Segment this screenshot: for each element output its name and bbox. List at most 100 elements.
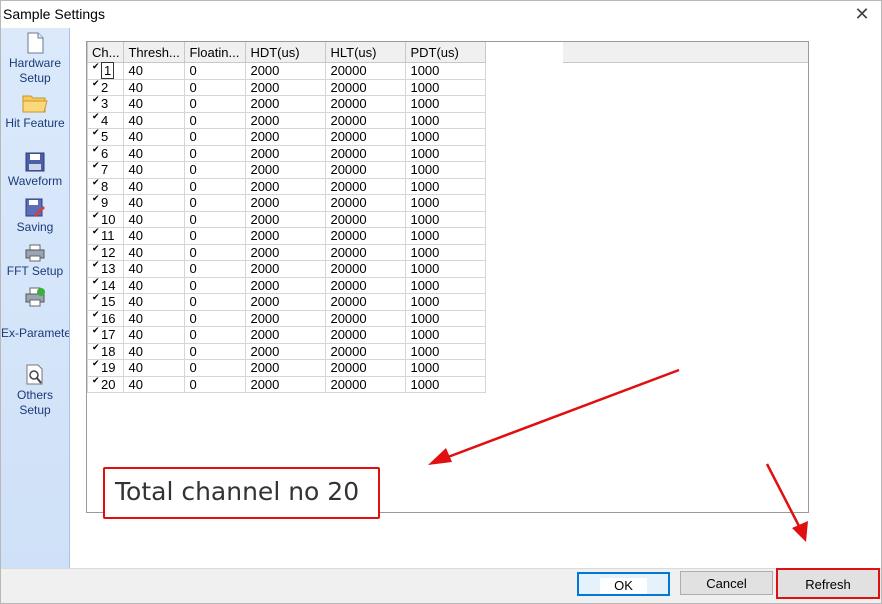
refresh-button[interactable]: Refresh: [776, 568, 880, 599]
table-row[interactable]: ✔17 40 0 2000 20000 1000: [86, 326, 487, 344]
channel-checkbox[interactable]: ✔: [92, 62, 100, 71]
cell-hlt[interactable]: 20000: [325, 95, 407, 113]
cell-threshold[interactable]: 40: [123, 144, 186, 162]
cell-hlt[interactable]: 20000: [325, 243, 407, 261]
table-row[interactable]: ✔6 40 0 2000 20000 1000: [86, 144, 487, 162]
channel-checkbox[interactable]: ✔: [92, 95, 100, 104]
cell-threshold[interactable]: 40: [123, 359, 186, 377]
table-row[interactable]: ✔4 40 0 2000 20000 1000: [86, 111, 487, 129]
cell-channel[interactable]: ✔14: [86, 276, 125, 294]
cell-floating[interactable]: 0: [184, 227, 247, 245]
cell-pdt[interactable]: 1000: [405, 342, 487, 360]
cell-hlt[interactable]: 20000: [325, 177, 407, 195]
cell-pdt[interactable]: 1000: [405, 111, 487, 129]
cell-hdt[interactable]: 2000: [245, 293, 327, 311]
table-row[interactable]: ✔8 40 0 2000 20000 1000: [86, 177, 487, 195]
cell-floating[interactable]: 0: [184, 144, 247, 162]
table-row[interactable]: ✔16 40 0 2000 20000 1000: [86, 309, 487, 327]
cell-threshold[interactable]: 40: [123, 375, 186, 393]
column-header-threshold[interactable]: Thresh...: [123, 42, 186, 63]
cell-hdt[interactable]: 2000: [245, 359, 327, 377]
table-row[interactable]: ✔14 40 0 2000 20000 1000: [86, 276, 487, 294]
cell-threshold[interactable]: 40: [123, 95, 186, 113]
cell-threshold[interactable]: 40: [123, 309, 186, 327]
cell-channel[interactable]: ✔20: [86, 375, 125, 393]
cell-hdt[interactable]: 2000: [245, 342, 327, 360]
table-row[interactable]: ✔2 40 0 2000 20000 1000: [86, 78, 487, 96]
cell-floating[interactable]: 0: [184, 359, 247, 377]
table-row[interactable]: ✔11 40 0 2000 20000 1000: [86, 227, 487, 245]
cell-hdt[interactable]: 2000: [245, 243, 327, 261]
table-row[interactable]: ✔ 1 40 0 2000 20000 1000: [86, 62, 487, 80]
cell-floating[interactable]: 0: [184, 260, 247, 278]
cell-threshold[interactable]: 40: [123, 128, 186, 146]
cell-channel[interactable]: ✔16: [86, 309, 125, 327]
cell-hdt[interactable]: 2000: [245, 78, 327, 96]
cell-threshold[interactable]: 40: [123, 326, 186, 344]
cell-hdt[interactable]: 2000: [245, 260, 327, 278]
channel-checkbox[interactable]: ✔: [92, 293, 100, 302]
cell-hlt[interactable]: 20000: [325, 375, 407, 393]
table-row[interactable]: ✔9 40 0 2000 20000 1000: [86, 194, 487, 212]
cell-hlt[interactable]: 20000: [325, 78, 407, 96]
cell-threshold[interactable]: 40: [123, 260, 186, 278]
cell-hdt[interactable]: 2000: [245, 309, 327, 327]
cell-hlt[interactable]: 20000: [325, 161, 407, 179]
cell-pdt[interactable]: 1000: [405, 243, 487, 261]
cell-pdt[interactable]: 1000: [405, 293, 487, 311]
cell-channel[interactable]: ✔10: [86, 210, 125, 228]
sidebar-item-saving[interactable]: Saving: [1, 198, 69, 235]
cell-floating[interactable]: 0: [184, 326, 247, 344]
table-row[interactable]: ✔7 40 0 2000 20000 1000: [86, 161, 487, 179]
channel-checkbox[interactable]: ✔: [92, 161, 100, 170]
cell-hlt[interactable]: 20000: [325, 260, 407, 278]
table-row[interactable]: ✔15 40 0 2000 20000 1000: [86, 293, 487, 311]
sidebar-item-hardware-setup[interactable]: Hardware Setup: [1, 32, 69, 86]
cell-pdt[interactable]: 1000: [405, 227, 487, 245]
channel-checkbox[interactable]: ✔: [92, 177, 100, 187]
cell-channel[interactable]: ✔9: [86, 194, 125, 212]
cell-floating[interactable]: 0: [184, 293, 247, 311]
cell-threshold[interactable]: 40: [123, 194, 186, 212]
cell-channel[interactable]: ✔17: [86, 326, 125, 344]
cell-hlt[interactable]: 20000: [325, 128, 407, 146]
table-row[interactable]: ✔5 40 0 2000 20000 1000: [86, 128, 487, 146]
cell-hlt[interactable]: 20000: [325, 62, 407, 80]
cell-floating[interactable]: 0: [184, 95, 247, 113]
cell-hlt[interactable]: 20000: [325, 359, 407, 377]
cell-channel[interactable]: ✔7: [86, 161, 125, 179]
cell-pdt[interactable]: 1000: [405, 144, 487, 162]
cell-channel[interactable]: ✔11: [86, 227, 125, 245]
sidebar-item-ex-parameter-setup[interactable]: Ex-Parameter Setup: [1, 286, 69, 341]
cell-pdt[interactable]: 1000: [405, 309, 487, 327]
cell-hdt[interactable]: 2000: [245, 144, 327, 162]
cell-pdt[interactable]: 1000: [405, 260, 487, 278]
cell-channel[interactable]: ✔ 1: [86, 62, 125, 80]
cell-floating[interactable]: 0: [184, 309, 247, 327]
cell-hdt[interactable]: 2000: [245, 194, 327, 212]
cell-floating[interactable]: 0: [184, 177, 247, 195]
channel-checkbox[interactable]: ✔: [92, 260, 100, 269]
cell-threshold[interactable]: 40: [123, 293, 186, 311]
channel-checkbox[interactable]: ✔: [92, 78, 100, 88]
cell-hdt[interactable]: 2000: [245, 128, 327, 146]
column-header-hlt[interactable]: HLT(us): [325, 42, 407, 63]
channel-checkbox[interactable]: ✔: [92, 210, 100, 220]
channel-checkbox[interactable]: ✔: [92, 359, 100, 368]
channel-checkbox[interactable]: ✔: [92, 276, 100, 286]
cell-hdt[interactable]: 2000: [245, 161, 327, 179]
cell-pdt[interactable]: 1000: [405, 359, 487, 377]
cell-pdt[interactable]: 1000: [405, 326, 487, 344]
sidebar-item-waveform[interactable]: Waveform: [1, 152, 69, 189]
column-header-pdt[interactable]: PDT(us): [405, 42, 487, 63]
table-row[interactable]: ✔10 40 0 2000 20000 1000: [86, 210, 487, 228]
cell-channel[interactable]: ✔15: [86, 293, 125, 311]
cell-channel[interactable]: ✔5: [86, 128, 125, 146]
cell-floating[interactable]: 0: [184, 111, 247, 129]
cell-pdt[interactable]: 1000: [405, 194, 487, 212]
cell-hdt[interactable]: 2000: [245, 276, 327, 294]
channel-checkbox[interactable]: ✔: [92, 375, 100, 385]
column-header-floating[interactable]: Floatin...: [184, 42, 247, 63]
cell-pdt[interactable]: 1000: [405, 276, 487, 294]
channel-checkbox[interactable]: ✔: [92, 342, 100, 352]
